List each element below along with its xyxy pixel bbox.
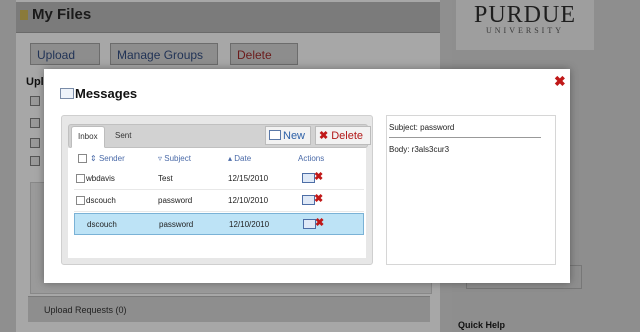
column-header-subject[interactable]: ▿ Subject bbox=[158, 154, 191, 163]
dialog-title: Messages bbox=[75, 86, 138, 101]
delete-row-icon[interactable]: ✖ bbox=[314, 192, 323, 205]
tab-inbox[interactable]: Inbox bbox=[71, 126, 105, 148]
tab-bar: Inbox Sent New ✖ Delete bbox=[68, 124, 371, 148]
column-header-date[interactable]: ▴ Date bbox=[228, 154, 251, 163]
select-all-checkbox[interactable] bbox=[78, 154, 87, 163]
close-icon[interactable]: ✖ bbox=[554, 74, 566, 88]
messages-dialog: ✖ Messages Inbox Sent New ✖ Delete ⇕ Send… bbox=[44, 69, 570, 283]
detail-body: Body: r3als3cur3 bbox=[389, 145, 450, 154]
message-list-panel: Inbox Sent New ✖ Delete ⇕ Sender ▿ Subjec… bbox=[61, 115, 373, 265]
table-row[interactable]: dscouch password 12/10/2010 ✖ bbox=[74, 190, 364, 212]
delete-label: Delete bbox=[331, 130, 364, 142]
folder-icon bbox=[20, 10, 28, 20]
tab-sent[interactable]: Sent bbox=[109, 126, 137, 145]
subject-cell: password bbox=[158, 196, 193, 205]
sender-cell: dscouch bbox=[87, 220, 117, 229]
sender-cell: wbdavis bbox=[86, 174, 115, 183]
message-detail-panel: Subject: password Body: r3als3cur3 bbox=[386, 115, 556, 265]
messages-table: ⇕ Sender ▿ Subject ▴ Date Actions wbdavi… bbox=[68, 148, 366, 258]
date-cell: 12/10/2010 bbox=[229, 220, 270, 229]
purdue-logo: PURDUE UNIVERSITY bbox=[456, 0, 594, 50]
subject-cell: Test bbox=[158, 174, 173, 183]
bg-checkbox[interactable] bbox=[30, 96, 40, 106]
date-cell: 12/10/2010 bbox=[228, 196, 269, 205]
bg-checkbox[interactable] bbox=[30, 156, 40, 166]
delete-row-icon[interactable]: ✖ bbox=[315, 216, 324, 229]
delete-icon: ✖ bbox=[319, 130, 329, 142]
new-message-button[interactable]: New bbox=[265, 126, 311, 145]
new-message-icon bbox=[269, 130, 281, 140]
row-checkbox[interactable] bbox=[76, 174, 85, 183]
column-header-sender[interactable]: ⇕ Sender bbox=[90, 154, 125, 163]
date-cell: 12/15/2010 bbox=[228, 174, 269, 183]
column-header-actions: Actions bbox=[298, 154, 325, 163]
row-checkbox[interactable] bbox=[76, 196, 85, 205]
delete-button-bg[interactable]: Delete bbox=[230, 43, 298, 65]
delete-row-icon[interactable]: ✖ bbox=[314, 170, 323, 183]
upload-button[interactable]: Upload bbox=[30, 43, 100, 65]
manage-groups-button[interactable]: Manage Groups bbox=[110, 43, 218, 65]
upload-requests-section[interactable]: Upload Requests (0) bbox=[28, 296, 430, 322]
envelope-icon bbox=[60, 88, 74, 99]
quick-help-heading: Quick Help bbox=[458, 320, 506, 330]
bg-checkbox[interactable] bbox=[30, 138, 40, 148]
logo-main-text: PURDUE bbox=[473, 2, 576, 28]
sender-cell: dscouch bbox=[86, 196, 116, 205]
table-row[interactable]: wbdavis Test 12/15/2010 ✖ bbox=[74, 168, 364, 190]
divider bbox=[389, 137, 541, 138]
table-row-selected[interactable]: dscouch password 12/10/2010 ✖ bbox=[74, 213, 364, 235]
subject-cell: password bbox=[159, 220, 194, 229]
delete-message-button[interactable]: ✖ Delete bbox=[315, 126, 371, 145]
detail-subject: Subject: password bbox=[389, 123, 455, 132]
new-label: New bbox=[283, 130, 306, 142]
page-title: My Files bbox=[32, 6, 92, 23]
bg-checkbox[interactable] bbox=[30, 118, 40, 128]
